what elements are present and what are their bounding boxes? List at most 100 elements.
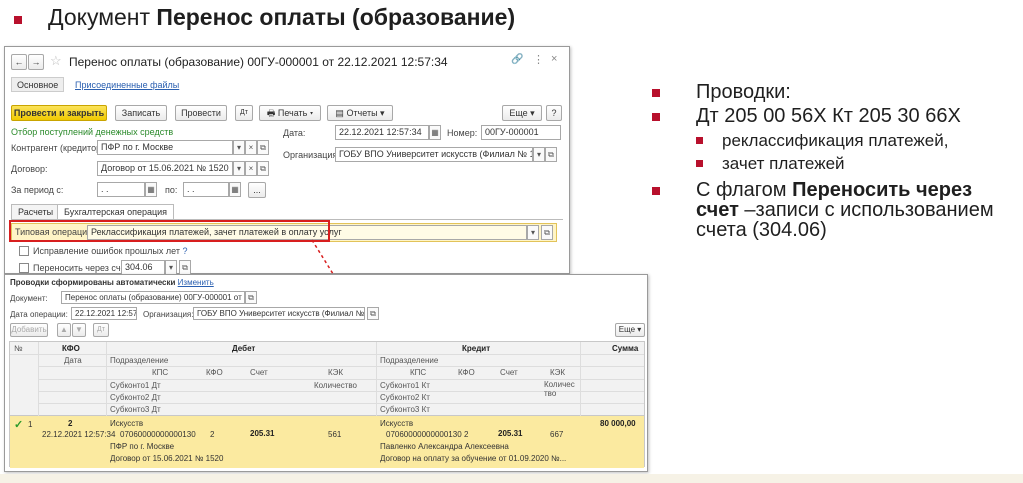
col-kt-kps: КПС [410, 368, 427, 377]
col-sub3-kt: Субконто3 Кт [380, 405, 430, 414]
period-to-calendar-icon[interactable]: ▦ [229, 182, 241, 197]
col-dt-kps: КПС [152, 368, 169, 377]
row-dt-sub3: Договор от 15.06.2021 № 1520 [110, 454, 224, 463]
row-sum: 80 000,00 [600, 419, 636, 428]
org-dropdown-icon[interactable]: ▾ [533, 147, 545, 162]
tab-main[interactable]: Основное [11, 77, 65, 92]
move-up-button[interactable]: ▲ [57, 323, 71, 337]
contract-field[interactable]: Договор от 15.06.2021 № 1520 [97, 161, 233, 176]
contract-open-icon[interactable]: ⧉ [257, 161, 269, 176]
link-icon[interactable]: 🔗 [511, 54, 523, 65]
contractor-clear-icon[interactable]: × [245, 140, 257, 155]
move-down-button[interactable]: ▼ [72, 323, 86, 337]
row-date: 22.12.2021 12:57:34 [42, 430, 116, 439]
operation-open-icon[interactable]: ⧉ [541, 225, 553, 240]
postings-grid: № КФО Дебет Кредит Сумма Дата Подразделе… [9, 341, 645, 468]
contractor-field[interactable]: ПФР по г. Москве [97, 140, 233, 155]
contractor-open-icon[interactable]: ⧉ [257, 140, 269, 155]
col-sub2-dt: Субконто2 Дт [110, 393, 161, 402]
back-button[interactable]: ← [11, 54, 27, 70]
contract-dropdown-icon[interactable]: ▾ [233, 161, 245, 176]
row-kt-sub2: Павленко Александра Алексеевна [380, 442, 509, 451]
filter-link[interactable]: Отбор поступлений денежных средств [11, 127, 173, 137]
post-and-close-button[interactable]: Провести и закрыть [11, 105, 107, 121]
org-open-icon[interactable]: ⧉ [545, 147, 557, 162]
bullet-accounts: Дт 205 00 56Х Кт 205 30 66Х [652, 106, 1020, 126]
opdate-field[interactable]: 22.12.2021 12:57:34 [71, 307, 137, 320]
more-menu-icon[interactable]: ⋮ [533, 53, 544, 66]
star-icon[interactable]: ☆ [50, 53, 62, 69]
contract-clear-icon[interactable]: × [245, 161, 257, 176]
postings-org-field[interactable]: ГОБУ ВПО Университет искусств (Филиал № … [193, 307, 365, 320]
print-button[interactable]: 🖶 Печать ▾ [259, 105, 321, 121]
row-kt-acc: 205.31 [498, 429, 523, 438]
number-field[interactable]: 00ГУ-000001 [481, 125, 561, 140]
fix-errors-checkbox[interactable] [19, 246, 29, 256]
row-dt-kps: 07060000000000130 [120, 430, 196, 439]
opdate-label: Дата операции: [10, 310, 68, 319]
col-dt-kfo: КФО [206, 368, 223, 377]
more-button[interactable]: Еще ▾ [502, 105, 542, 121]
operation-dropdown-icon[interactable]: ▾ [527, 225, 539, 240]
col-sum: Сумма [612, 344, 639, 353]
transfer-account-field[interactable]: 304.06 [121, 260, 165, 275]
row-kt-kps: 07060000000000130 [386, 430, 462, 439]
postings-doc-label: Документ: [10, 294, 48, 303]
period-from-calendar-icon[interactable]: ▦ [145, 182, 157, 197]
row-num: 1 [28, 420, 33, 429]
transfer-open-icon[interactable]: ⧉ [179, 260, 191, 275]
col-sub1-dt: Субконто1 Дт [110, 381, 161, 390]
calendar-icon[interactable]: ▦ [429, 125, 441, 140]
dt-kt-toolbar-icon[interactable]: Дт [93, 323, 109, 337]
row-kfo: 2 [68, 419, 73, 428]
row-dt-dept: Искусств [110, 419, 144, 428]
col-date: Дата [64, 356, 82, 365]
postings-doc-field[interactable]: Перенос оплаты (образование) 00ГУ-000001… [61, 291, 245, 304]
postings-window: Проводки сформированы автоматически Изме… [4, 274, 648, 472]
slide-title: Документ Перенос оплаты (образование) [48, 4, 516, 30]
help-button[interactable]: ? [546, 105, 562, 121]
change-link[interactable]: Изменить [178, 278, 214, 287]
window-title: Перенос оплаты (образование) 00ГУ-000001… [69, 55, 448, 69]
tab-accounting-operation[interactable]: Бухгалтерская операция [57, 204, 175, 220]
col-sub3-dt: Субконто3 Дт [110, 405, 161, 414]
printer-icon: 🖶 [266, 108, 276, 118]
contractor-dropdown-icon[interactable]: ▾ [233, 140, 245, 155]
reports-button[interactable]: ▤ Отчеты ▾ [327, 105, 393, 121]
col-qty-kt: Количес тво [544, 380, 575, 398]
row-kt-dept: Искусств [380, 419, 414, 428]
org-label: Организация: [283, 150, 340, 160]
transfer-checkbox[interactable] [19, 263, 29, 273]
period-select-button[interactable]: ... [248, 182, 266, 198]
date-label: Дата: [283, 128, 306, 138]
close-icon[interactable]: × [551, 53, 557, 65]
title-bullet [14, 16, 22, 24]
postings-more-button[interactable]: Еще ▾ [615, 323, 645, 337]
add-button[interactable]: Добавить [10, 323, 48, 337]
sub-bullet-offset: зачет платежей [652, 155, 1020, 172]
period-to-label: по: [165, 185, 178, 195]
postings-org-label: Организация: [143, 310, 194, 319]
col-kt-acc: Счет [500, 368, 518, 377]
highlight-operation [9, 220, 330, 242]
row-kt-sub3: Договор на оплату за обучение от 01.09.2… [380, 454, 567, 463]
transfer-dropdown-icon[interactable]: ▾ [165, 260, 177, 275]
col-qty: Количество [314, 381, 357, 390]
col-dt-kek: КЭК [328, 368, 344, 377]
forward-button[interactable]: → [28, 54, 44, 70]
dt-kt-icon[interactable]: Дт [235, 105, 253, 121]
transfer-label: Переносить через счет [33, 263, 130, 273]
org-field[interactable]: ГОБУ ВПО Университет искусств (Филиал № … [335, 147, 533, 162]
post-button[interactable]: Провести [175, 105, 227, 121]
tab-attached-files[interactable]: Присоединенные файлы [75, 80, 179, 90]
postings-doc-open-icon[interactable]: ⧉ [245, 291, 257, 304]
period-label: За период с: [11, 185, 64, 195]
period-to-field[interactable]: . . [183, 182, 229, 197]
bullet-flag: С флагом Переносить через счет –записи с… [652, 180, 1020, 240]
tab-settlements[interactable]: Расчеты [11, 204, 61, 220]
date-field[interactable]: 22.12.2021 12:57:34 [335, 125, 429, 140]
period-from-field[interactable]: . . [97, 182, 145, 197]
save-button[interactable]: Записать [115, 105, 167, 121]
row-dt-kfo: 2 [210, 430, 215, 439]
postings-org-open-icon[interactable]: ⧉ [367, 307, 379, 320]
